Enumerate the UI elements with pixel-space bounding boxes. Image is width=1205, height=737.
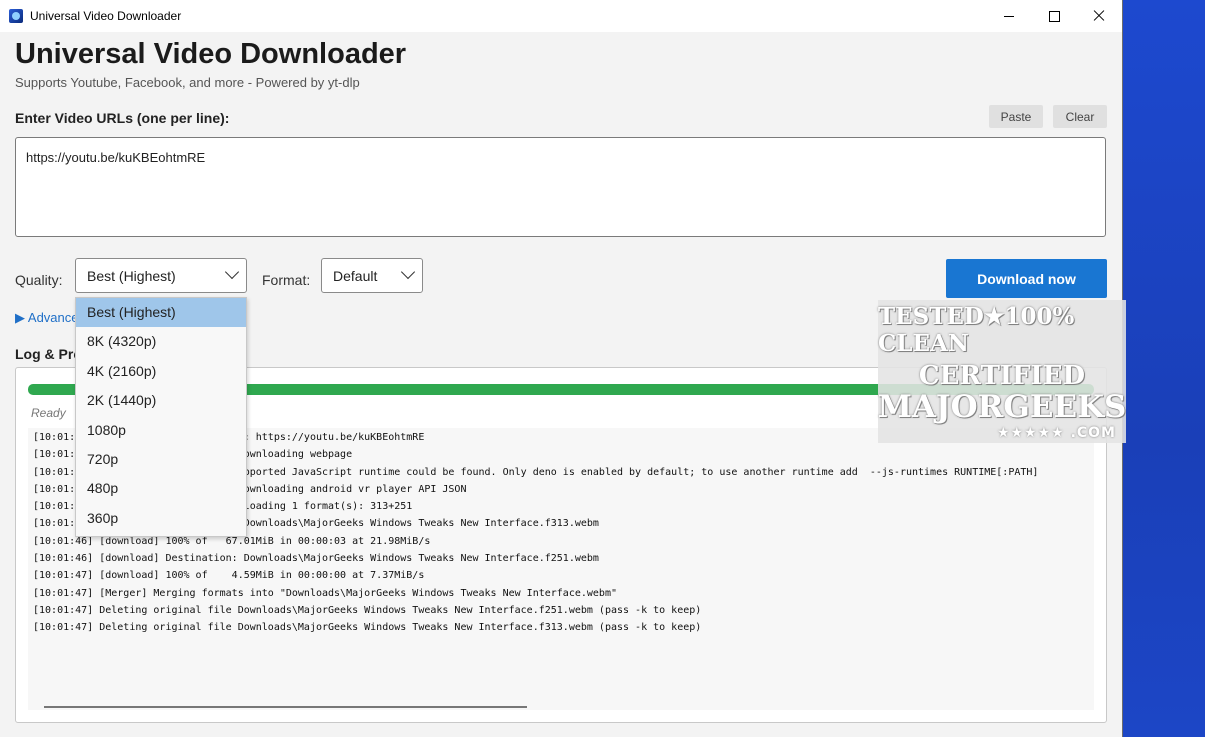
status-text: Ready [31, 406, 66, 420]
watermark-line: MAJORGEEKS [877, 388, 1127, 425]
log-line: [10:01:47] Deleting original file Downlo… [33, 622, 702, 634]
close-button[interactable] [1076, 0, 1122, 32]
log-line: [10:01:46] [download] Destination: Downl… [33, 553, 599, 565]
app-logo-icon [9, 9, 23, 23]
chevron-down-icon [224, 264, 240, 280]
log-line: [10:01:47] [Merger] Merging formats into… [33, 587, 617, 599]
dropdown-option[interactable]: 1080p [76, 416, 246, 445]
url-textarea[interactable]: https://youtu.be/kuKBEohtmRE [15, 137, 1106, 237]
paste-button[interactable]: Paste [989, 105, 1043, 128]
watermark-line: TESTED★100% CLEAN [878, 302, 1075, 357]
format-select-value: Default [333, 267, 378, 284]
maximize-button[interactable] [1031, 0, 1077, 32]
horizontal-scrollbar[interactable] [44, 706, 527, 708]
download-now-button[interactable]: Download now [946, 259, 1107, 298]
log-line: [10:01:47] [download] 100% of 4.59MiB in… [33, 570, 425, 582]
format-select[interactable]: Default [321, 258, 423, 293]
quality-select[interactable]: Best (Highest) [75, 258, 247, 293]
chevron-down-icon [400, 264, 416, 280]
quality-dropdown-list: Best (Highest) 8K (4320p) 4K (2160p) 2K … [75, 297, 247, 537]
close-icon [1093, 10, 1105, 22]
page-subtitle: Supports Youtube, Facebook, and more - P… [15, 75, 360, 90]
format-label: Format: [262, 272, 311, 288]
maximize-icon [1048, 10, 1060, 22]
dropdown-option[interactable]: 4K (2160p) [76, 357, 246, 386]
window-title: Universal Video Downloader [30, 9, 182, 23]
dropdown-option[interactable]: 8K (4320p) [76, 327, 246, 356]
desktop-background [1122, 0, 1205, 737]
title-bar: Universal Video Downloader [0, 0, 1122, 32]
quality-select-value: Best (Highest) [87, 267, 176, 284]
dropdown-option[interactable]: 2K (1440p) [76, 386, 246, 415]
watermark-line: CERTIFIED [918, 360, 1086, 391]
dropdown-option[interactable]: 480p [76, 474, 246, 503]
clear-button[interactable]: Clear [1053, 105, 1107, 128]
minimize-button[interactable] [986, 0, 1032, 32]
log-line: [10:01:47] Deleting original file Downlo… [33, 604, 702, 616]
quality-label: Quality: [15, 272, 63, 288]
majorgeeks-watermark: TESTED★100% CLEAN CERTIFIED MAJORGEEKS ★… [878, 300, 1126, 443]
watermark-line: ★★★★★ .COM [996, 424, 1116, 441]
page-title: Universal Video Downloader [15, 38, 407, 70]
dropdown-option[interactable]: 720p [76, 445, 246, 474]
dropdown-option[interactable]: 360p [76, 504, 246, 533]
minimize-icon [1004, 15, 1014, 17]
dropdown-option[interactable]: Best (Highest) [76, 298, 246, 328]
url-input-label: Enter Video URLs (one per line): [15, 110, 230, 126]
